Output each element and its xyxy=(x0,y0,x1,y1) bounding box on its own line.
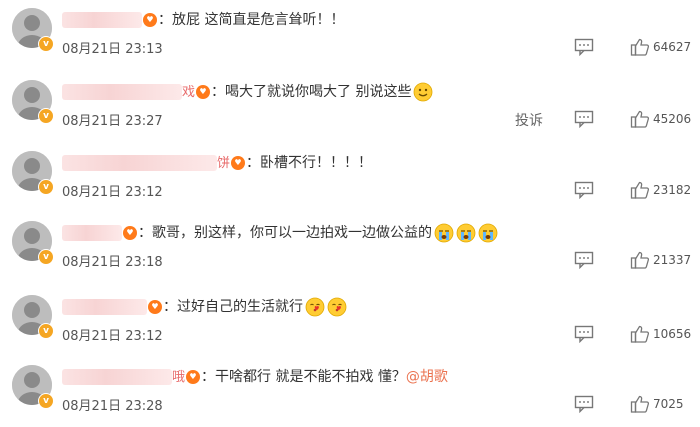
emoji-group xyxy=(432,223,498,243)
username-tail[interactable]: 戏 xyxy=(182,85,195,100)
comment-line: 戏 ♥ ：喝大了就说你喝大了 别说这些 xyxy=(62,81,433,103)
kiss-emoji xyxy=(327,297,347,317)
crying-emoji xyxy=(456,223,476,243)
member-badge-icon: ♥ xyxy=(123,226,137,240)
kiss-emoji xyxy=(305,297,325,317)
member-badge-icon: ♥ xyxy=(143,13,157,27)
thumbs-up-icon[interactable] xyxy=(630,109,650,129)
comment-item: v 哦 ♥ ：干啥都行 就是不能不拍戏 懂？@胡歌 08月21日 23:28 702… xyxy=(0,357,700,427)
thumbs-up-icon[interactable] xyxy=(630,250,650,270)
comment-icon[interactable] xyxy=(574,325,594,344)
comment-list: v ♥ ：放屁 这简直是危言耸听！！ 08月21日 23:13 64627 v … xyxy=(0,0,700,426)
comment-line: ♥ ：放屁 这简直是危言耸听！！ xyxy=(62,9,344,31)
like-count: 64627 xyxy=(653,40,692,54)
comment-time: 08月21日 23:12 xyxy=(62,329,163,344)
comment-text: ：放屁 这简直是危言耸听！！ xyxy=(158,12,345,28)
thumbs-up-icon[interactable] xyxy=(630,394,650,414)
verified-badge-icon: v xyxy=(38,179,54,195)
like-count: 21337 xyxy=(653,253,692,267)
like-count: 10656 xyxy=(653,327,692,341)
mention-link[interactable]: @胡歌 xyxy=(406,369,448,385)
member-badge-icon: ♥ xyxy=(196,85,211,99)
comment-text: ：干啥都行 就是不能不拍戏 懂？ xyxy=(201,369,406,385)
comment-item: v ♥ ：过好自己的生活就行 08月21日 23:12 10656 xyxy=(0,287,700,357)
comment-line: 哦 ♥ ：干啥都行 就是不能不拍戏 懂？@胡歌 xyxy=(62,366,448,388)
comment-text: ：卧槽不行！！！！ xyxy=(246,155,373,171)
crying-emoji xyxy=(434,223,454,243)
verified-badge-icon: v xyxy=(38,323,54,339)
report-button[interactable]: 投诉 xyxy=(515,110,543,130)
comment-item: v 戏 ♥ ：喝大了就说你喝大了 别说这些 08月21日 23:27 投诉 4520… xyxy=(0,72,700,142)
comment-time: 08月21日 23:12 xyxy=(62,185,163,200)
comment-text: ：过好自己的生活就行 xyxy=(163,299,303,315)
comment-line: 饼 ♥ ：卧槽不行！！！！ xyxy=(62,152,372,174)
verified-badge-icon: v xyxy=(38,249,54,265)
comment-item: v ♥ ：放屁 这简直是危言耸听！！ 08月21日 23:13 64627 xyxy=(0,0,700,70)
comment-time: 08月21日 23:13 xyxy=(62,42,163,57)
comment-icon[interactable] xyxy=(574,251,594,270)
comment-time: 08月21日 23:28 xyxy=(62,399,163,414)
comment-item: v ♥ ：歌哥，别这样，你可以一边拍戏一边做公益的 08月21日 23:18 21… xyxy=(0,213,700,283)
member-badge-icon: ♥ xyxy=(148,300,162,314)
emoji-group xyxy=(303,297,347,317)
comment-time: 08月21日 23:18 xyxy=(62,255,163,270)
comment-text: ：歌哥，别这样，你可以一边拍戏一边做公益的 xyxy=(138,225,432,241)
like-count: 45206 xyxy=(653,112,692,126)
username-tail[interactable]: 哦 xyxy=(172,370,185,385)
comment-item: v 饼 ♥ ：卧槽不行！！！！ 08月21日 23:12 23182 xyxy=(0,143,700,213)
comment-icon[interactable] xyxy=(574,181,594,200)
username-blurred[interactable] xyxy=(62,225,122,241)
thumbs-up-icon[interactable] xyxy=(630,37,650,57)
smile-emoji xyxy=(413,82,433,102)
username-blurred[interactable] xyxy=(62,155,217,171)
verified-badge-icon: v xyxy=(38,108,54,124)
verified-badge-icon: v xyxy=(38,393,54,409)
comment-text: ：喝大了就说你喝大了 别说这些 xyxy=(211,84,412,100)
username-blurred[interactable] xyxy=(62,299,147,315)
username-blurred[interactable] xyxy=(62,12,142,28)
verified-badge-icon: v xyxy=(38,36,54,52)
comment-time: 08月21日 23:27 xyxy=(62,114,163,129)
comment-line: ♥ ：歌哥，别这样，你可以一边拍戏一边做公益的 xyxy=(62,222,498,244)
like-count: 23182 xyxy=(653,183,692,197)
comment-icon[interactable] xyxy=(574,110,594,129)
username-tail[interactable]: 饼 xyxy=(217,156,230,171)
like-count: 7025 xyxy=(653,397,684,411)
comment-line: ♥ ：过好自己的生活就行 xyxy=(62,296,347,318)
emoji-group xyxy=(411,82,433,102)
member-badge-icon: ♥ xyxy=(186,370,201,384)
username-blurred[interactable] xyxy=(62,84,182,100)
crying-emoji xyxy=(478,223,498,243)
username-blurred[interactable] xyxy=(62,369,172,385)
comment-icon[interactable] xyxy=(574,38,594,57)
thumbs-up-icon[interactable] xyxy=(630,324,650,344)
thumbs-up-icon[interactable] xyxy=(630,180,650,200)
comment-icon[interactable] xyxy=(574,395,594,414)
member-badge-icon: ♥ xyxy=(231,156,246,170)
